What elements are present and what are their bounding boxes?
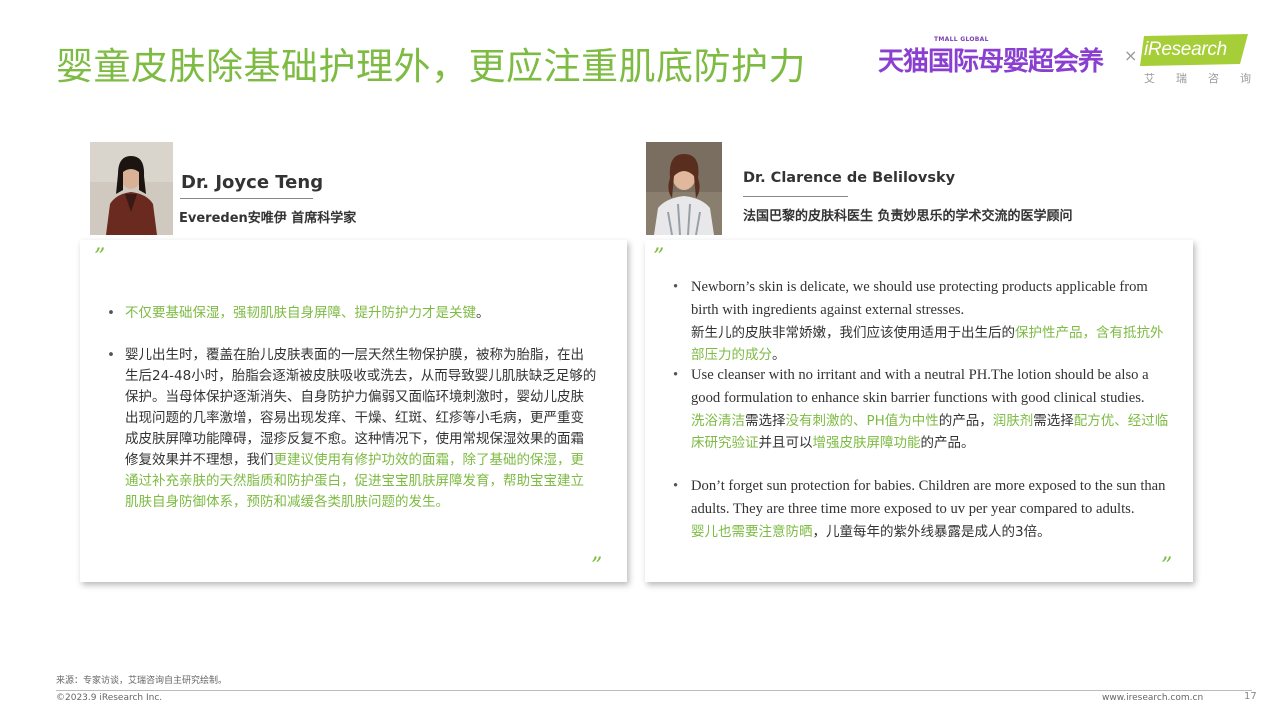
source-note: 来源：专家访谈，艾瑞咨询自主研究绘制。 — [56, 676, 228, 686]
close-quote-mark: ” — [591, 554, 603, 579]
name-underline — [180, 198, 313, 199]
bullet-text: 的产品。 — [920, 435, 975, 451]
bullet-text-en: Don’t forget sun protection for babies. … — [691, 478, 1166, 517]
bullet-text-highlight: 不仅要基础保湿，强韧肌肤自身屏障、提升防护力才是关键 — [125, 305, 476, 321]
bullet-text: 并且可以 — [758, 435, 813, 451]
bullet-text-cn: 洗浴清洁需选择没有刺激的、PH值为中性的产品，润肤剂需选择配方优、经过临床研究验… — [691, 410, 1171, 454]
bullet-dot: • — [673, 367, 679, 383]
open-quote-mark: ” — [653, 245, 665, 270]
expert-name-joyce-teng: Dr. Joyce Teng — [181, 172, 324, 193]
bullet-text: 的产品， — [938, 413, 993, 429]
iresearch-cn-text: 艾瑞咨询 — [1144, 72, 1272, 85]
bullet-dot: • — [107, 305, 115, 321]
page-number: 17 — [1244, 691, 1257, 702]
name-underline — [743, 196, 848, 197]
page-title: 婴童皮肤除基础护理外，更应注重肌底防护力 — [56, 45, 806, 88]
expert-name-clarence-de-belilovsky: Dr. Clarence de Belilovsky — [743, 170, 956, 186]
quote-card-clarence-de-belilovsky: ” ” • Newborn’s skin is delicate, we sho… — [645, 240, 1193, 582]
bullet-text: 。 — [772, 347, 786, 363]
bullet-text-highlight: 增强皮肤屏障功能 — [812, 435, 921, 451]
brand-logos: TMALL GLOBAL 天猫国际母婴超会养 × iResearch 艾瑞咨询 — [878, 34, 1258, 90]
open-quote-mark: ” — [94, 245, 106, 270]
bullet-3: • Don’t forget sun protection for babies… — [673, 475, 1171, 543]
bullet-text: 新生儿的皮肤非常娇嫩，我们应该使用适用于出生后的 — [691, 325, 1015, 341]
expert-role-joyce-teng: Evereden安唯伊 首席科学家 — [179, 211, 357, 226]
iresearch-logo-text: iResearch — [1144, 39, 1227, 60]
bullet-dot: • — [107, 347, 115, 363]
bullet-2: • Use cleanser with no irritant and with… — [673, 364, 1171, 454]
tmall-logo-text: 天猫国际母婴超会养 — [878, 47, 1104, 77]
times-symbol: × — [1124, 46, 1138, 65]
expert-role-clarence-de-belilovsky: 法国巴黎的皮肤科医生 负责妙思乐的学术交流的医学顾问 — [743, 209, 1073, 224]
bullet-text-en: Newborn’s skin is delicate, we should us… — [691, 279, 1148, 318]
bullet-text: 需选择 — [745, 413, 786, 429]
footer-divider — [56, 690, 1252, 691]
bullet-text-highlight: 润肤剂 — [992, 413, 1034, 429]
bullet-text-cn: 婴儿也需要注意防晒，儿童每年的紫外线暴露是成人的3倍。 — [691, 521, 1171, 543]
bullet-text-highlight: 婴儿也需要注意防晒 — [691, 524, 813, 540]
bullet-text-highlight: 洗浴清洁 — [691, 413, 745, 429]
bullet-dot: • — [673, 279, 679, 295]
bullet-text-cn: 新生儿的皮肤非常娇嫩，我们应该使用适用于出生后的保护性产品，含有抵抗外部压力的成… — [691, 322, 1171, 366]
bullet-text: 需选择 — [1033, 413, 1074, 429]
bullet-dot: • — [673, 478, 679, 494]
bullet-1: • 不仅要基础保湿，强韧肌肤自身屏障、提升防护力才是关键。 — [107, 303, 605, 324]
bullet-2: • 婴儿出生时，覆盖在胎儿皮肤表面的一层天然生物保护膜，被称为胎脂，在出生后24… — [107, 345, 597, 513]
close-quote-mark: ” — [1161, 554, 1173, 579]
expert-photo-joyce-teng — [90, 142, 173, 235]
bullet-text: 。 — [476, 305, 490, 321]
copyright-text: ©2023.9 iResearch Inc. — [56, 693, 163, 703]
website-link[interactable]: www.iresearch.com.cn — [1102, 693, 1203, 703]
bullet-text: ，儿童每年的紫外线暴露是成人的3倍。 — [812, 524, 1051, 540]
expert-photo-clarence-de-belilovsky — [646, 142, 722, 235]
bullet-text: 婴儿出生时，覆盖在胎儿皮肤表面的一层天然生物保护膜，被称为胎脂，在出生后24-4… — [125, 347, 597, 468]
bullet-1: • Newborn’s skin is delicate, we should … — [673, 276, 1171, 366]
quote-card-joyce-teng: ” ” • 不仅要基础保湿，强韧肌肤自身屏障、提升防护力才是关键。 • 婴儿出生… — [80, 240, 627, 582]
bullet-text-en: Use cleanser with no irritant and with a… — [691, 367, 1149, 406]
bullet-text-highlight: 没有刺激的、PH值为中性 — [785, 413, 939, 429]
